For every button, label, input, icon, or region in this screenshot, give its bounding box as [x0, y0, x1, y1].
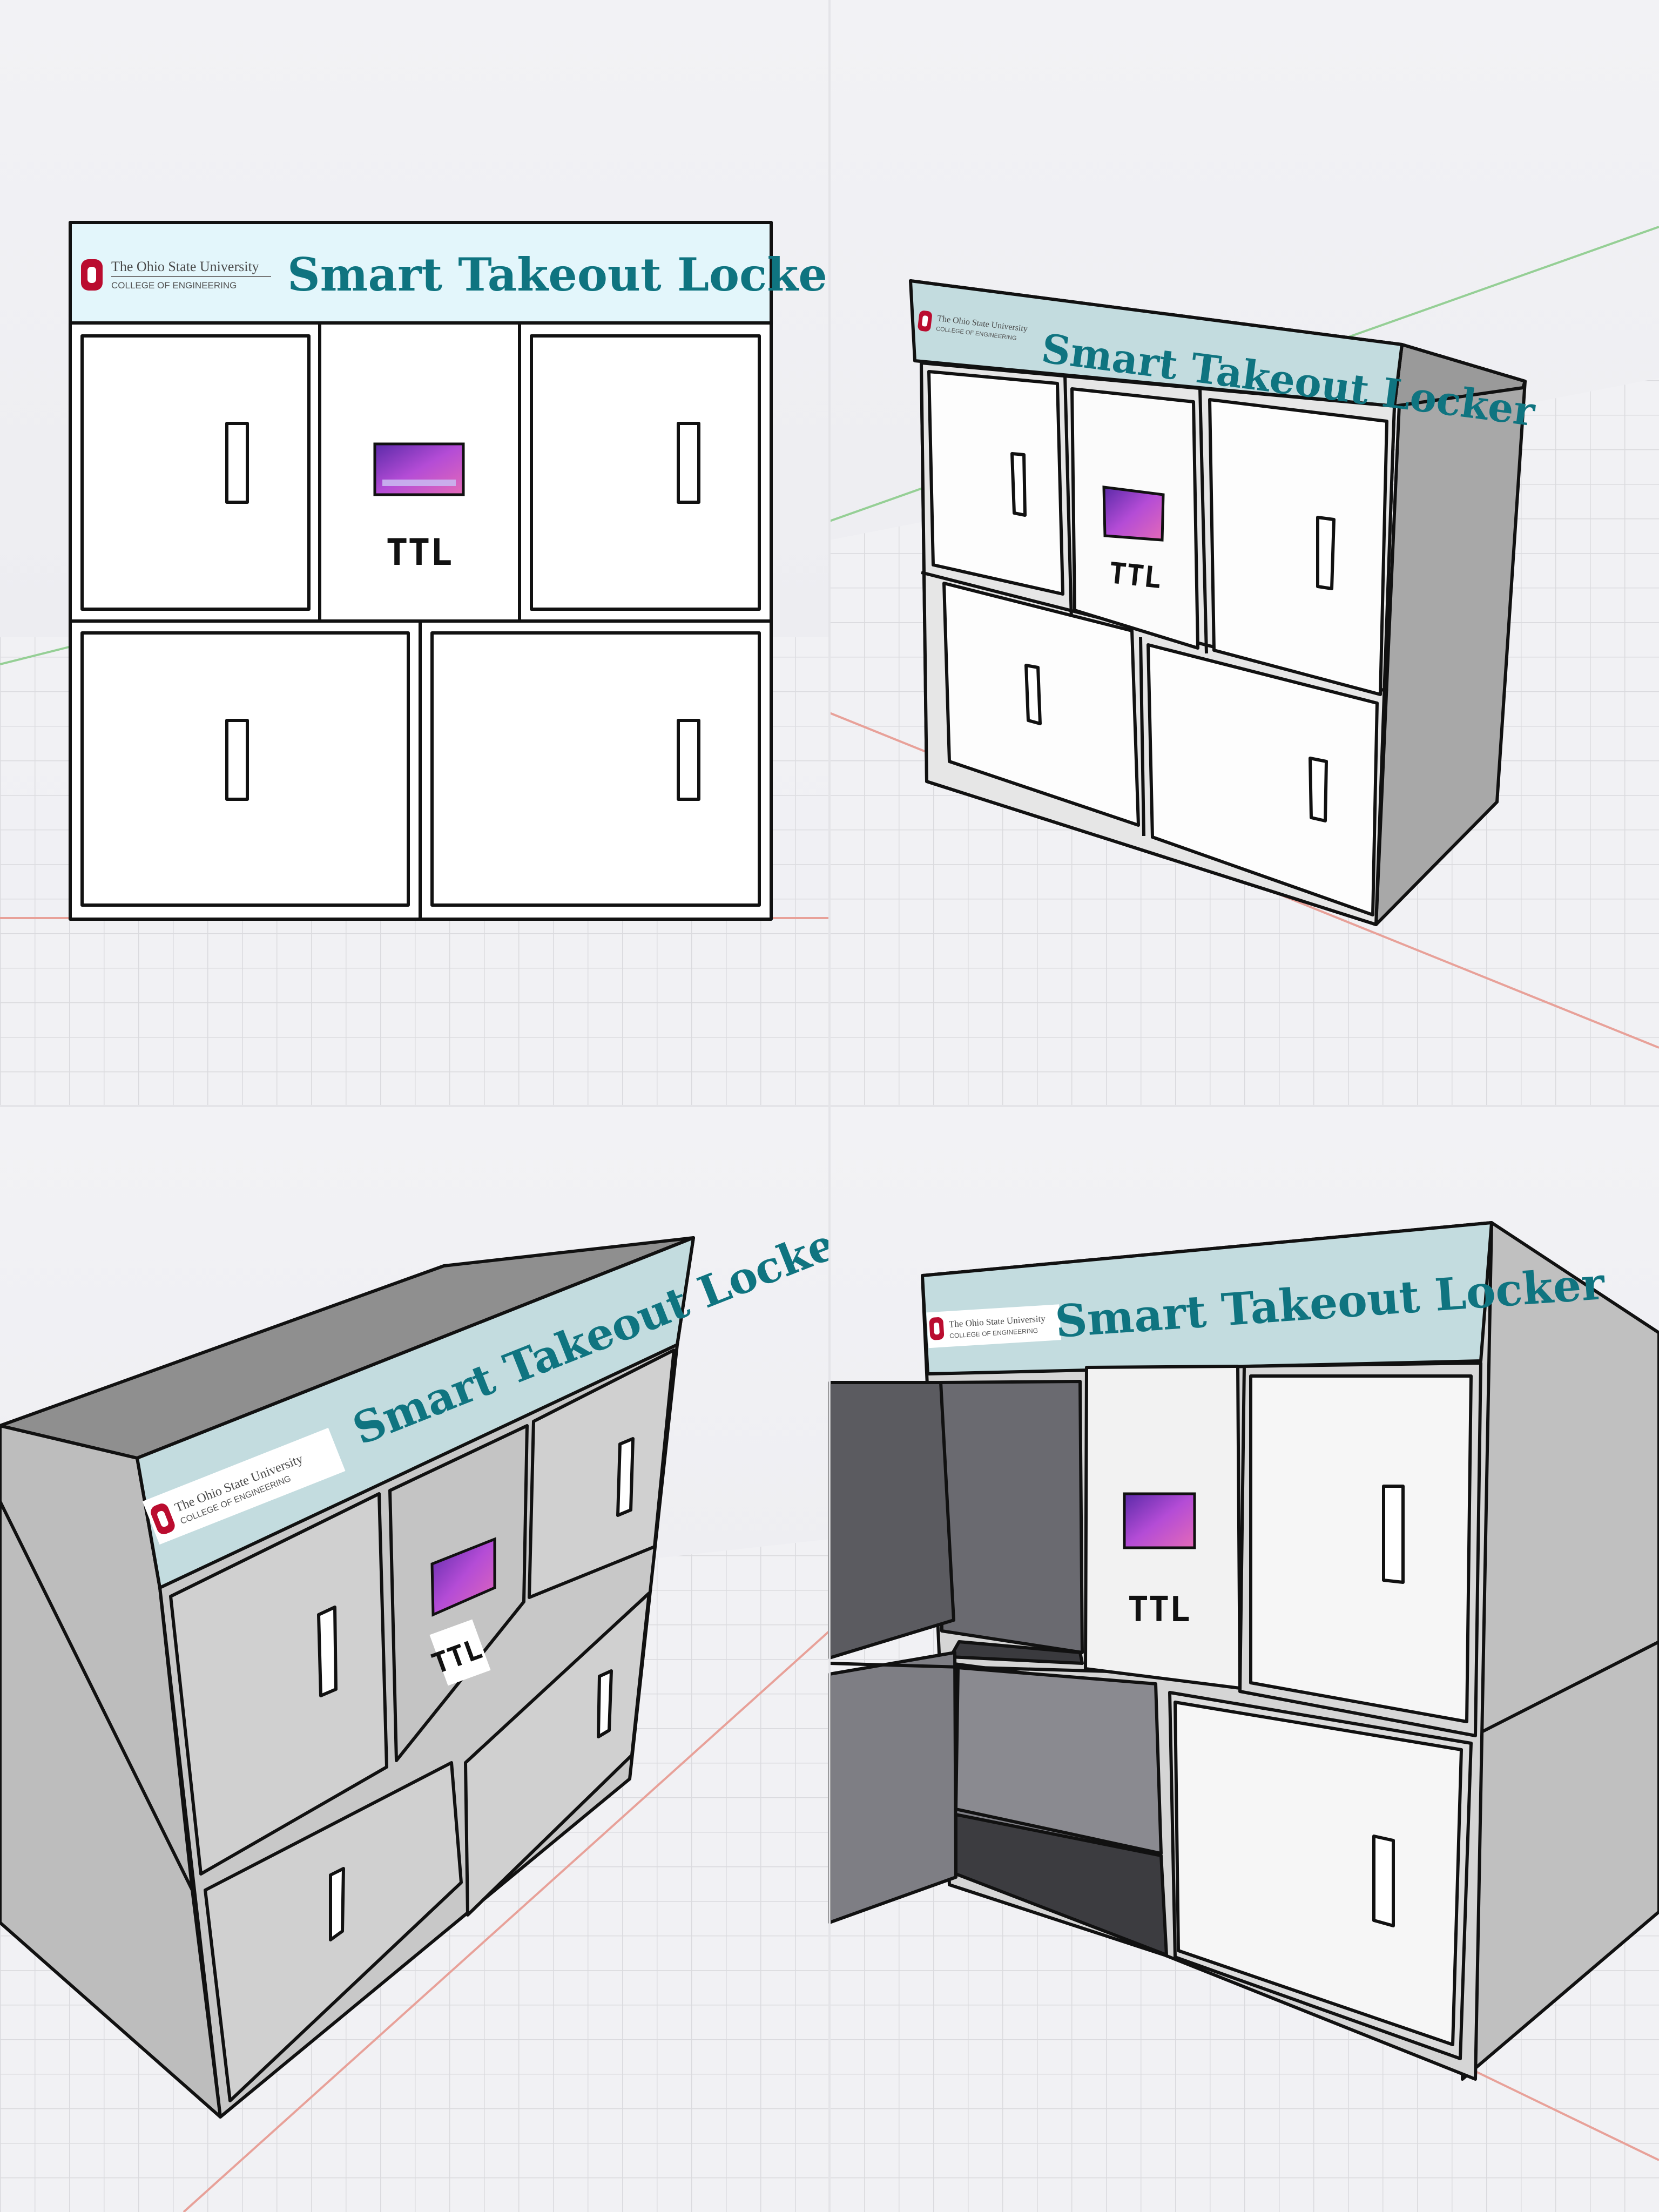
door-handle[interactable]: [1372, 1835, 1395, 1927]
right-perspective-panel: TTL The Ohio State University COLLEGE OF…: [829, 0, 1659, 1106]
door-handle[interactable]: [225, 719, 249, 801]
open-door[interactable]: [828, 1651, 957, 1924]
door-handle[interactable]: [1309, 757, 1328, 822]
locker-door[interactable]: [80, 334, 311, 611]
touch-screen[interactable]: [1102, 485, 1165, 542]
touch-screen[interactable]: [1123, 1492, 1196, 1549]
door-handle[interactable]: [225, 422, 249, 504]
door-handle[interactable]: [1382, 1485, 1405, 1584]
door-handle[interactable]: [616, 1437, 635, 1517]
touch-screen[interactable]: [373, 442, 465, 496]
door-handle[interactable]: [329, 1867, 345, 1941]
screen-dock: [382, 480, 456, 486]
door-handle[interactable]: [597, 1669, 613, 1738]
locker-door[interactable]: [927, 370, 1064, 596]
locker-door[interactable]: [1249, 1374, 1473, 1723]
sign-title: Smart Takeout Locker: [287, 248, 852, 301]
university-name: The Ohio State University: [111, 259, 259, 274]
door-handle[interactable]: [1024, 664, 1042, 725]
door-handle[interactable]: [1316, 516, 1336, 590]
door-handle[interactable]: [677, 719, 700, 801]
open-door[interactable]: [828, 1381, 955, 1660]
front-view-panel: TTL The Ohio State University COLLEGE OF…: [0, 0, 852, 1106]
door-handle[interactable]: [317, 1606, 338, 1697]
locker-door[interactable]: [1208, 398, 1388, 696]
open-compartment: [938, 1380, 1084, 1654]
locker-door[interactable]: [530, 334, 761, 611]
ttl-brand-mark: TTL: [386, 531, 453, 574]
door-handle[interactable]: [677, 422, 700, 504]
left-low-perspective-panel: TTL The Ohio State University COLLEGE OF…: [0, 1106, 864, 2212]
locker-door[interactable]: [430, 631, 761, 907]
door-handle[interactable]: [1010, 452, 1027, 517]
ttl-brand-mark: TTL: [1128, 1590, 1190, 1630]
ttl-brand-mark: TTL: [1107, 556, 1163, 595]
college-name: COLLEGE OF ENGINEERING: [111, 280, 237, 291]
locker-render-sheet: TTL The Ohio State University COLLEGE OF…: [0, 0, 1659, 2212]
open-doors-panel: TTL The Ohio State University COLLEGE OF…: [828, 1106, 1659, 2212]
